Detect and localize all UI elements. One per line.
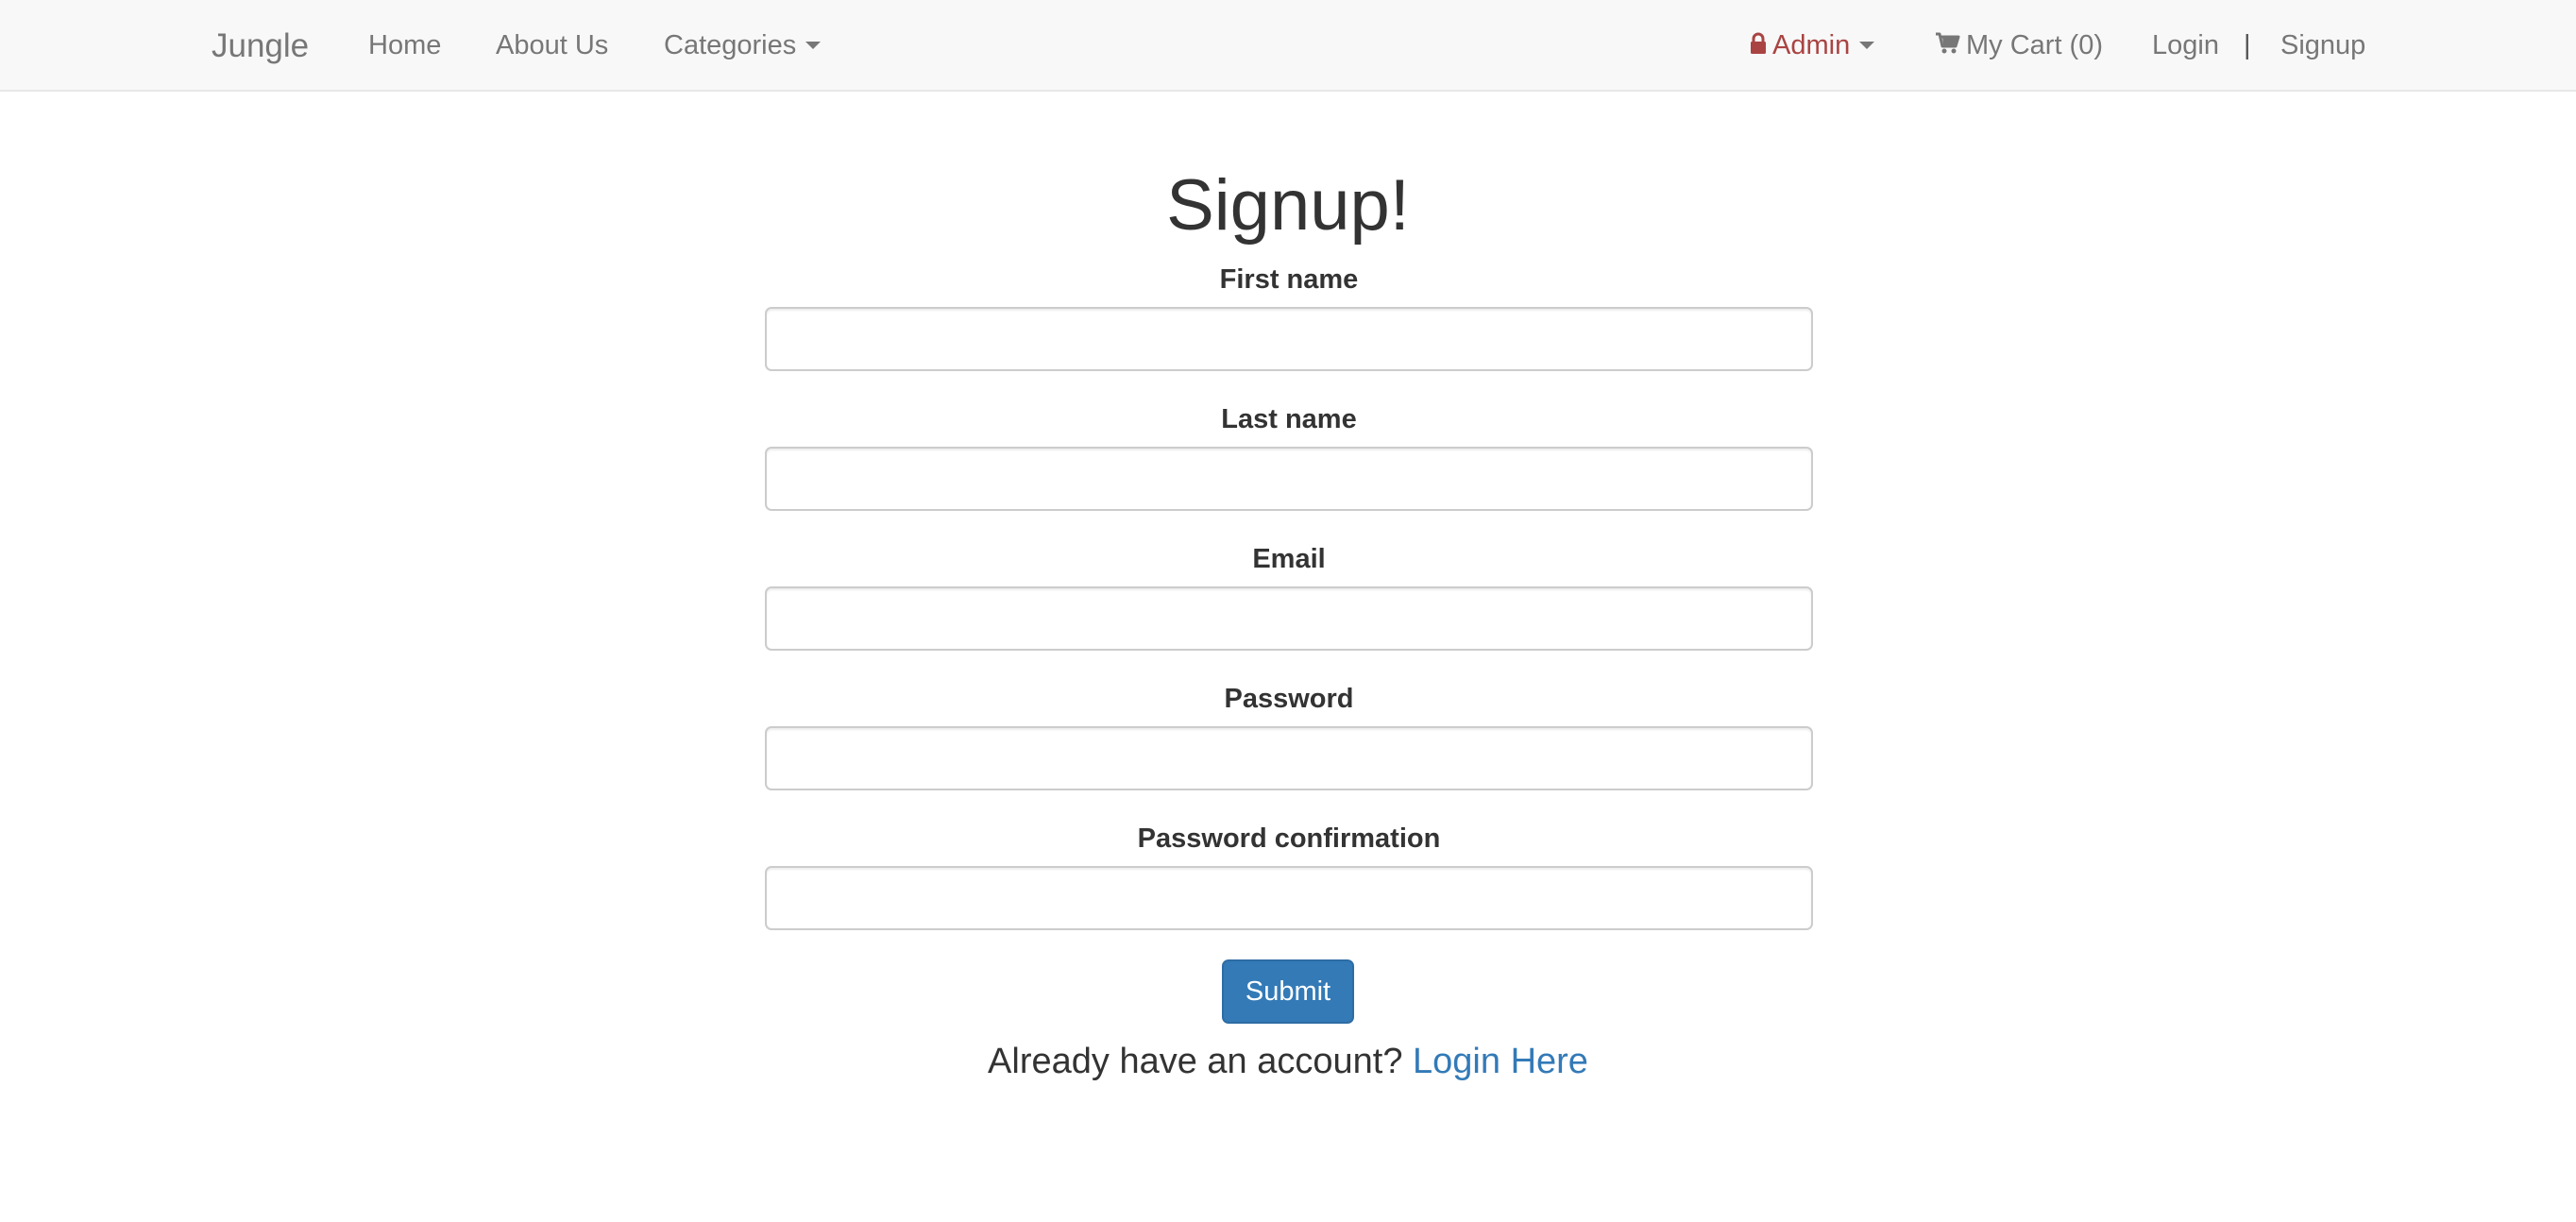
submit-button[interactable]: Submit (1222, 959, 1354, 1024)
first-name-field[interactable] (765, 307, 1813, 371)
nav-admin-label: Admin (1772, 30, 1851, 60)
nav-categories-dropdown[interactable]: Categories (664, 0, 822, 92)
shopping-cart-icon (1936, 32, 1960, 54)
password-confirmation-label: Password confirmation (1137, 823, 1441, 854)
password-label: Password (1224, 684, 1354, 714)
caret-down-icon (805, 42, 822, 50)
nav-login-link[interactable]: Login (2152, 0, 2219, 92)
nav-cart-label: My Cart (0) (1966, 30, 2103, 60)
nav-cart-link[interactable]: My Cart (0) (1935, 0, 2103, 92)
nav-about-link[interactable]: About Us (496, 0, 608, 92)
login-here-link[interactable]: Login Here (1413, 1042, 1588, 1081)
nav-separator: | (2244, 30, 2251, 60)
login-prompt: Already have an account? Login Here (0, 1038, 2576, 1085)
first-name-label: First name (1219, 264, 1359, 295)
nav-admin-dropdown[interactable]: Admin (1750, 0, 1875, 92)
nav-home-link[interactable]: Home (368, 0, 441, 92)
top-navbar: Jungle Home About Us Categories Admin My… (0, 0, 2576, 92)
page-title: Signup! (1166, 165, 1410, 246)
nav-signup-link[interactable]: Signup (2280, 0, 2365, 92)
lock-icon (1751, 32, 1766, 55)
last-name-field[interactable] (765, 447, 1813, 511)
caret-down-icon (1859, 42, 1875, 50)
last-name-label: Last name (1221, 404, 1357, 434)
email-label: Email (1252, 544, 1326, 574)
email-field[interactable] (765, 586, 1813, 651)
password-field[interactable] (765, 726, 1813, 790)
password-confirmation-field[interactable] (765, 866, 1813, 930)
brand-link[interactable]: Jungle (212, 0, 309, 92)
nav-categories-label: Categories (664, 30, 797, 60)
login-prompt-text: Already have an account? (988, 1042, 1403, 1081)
